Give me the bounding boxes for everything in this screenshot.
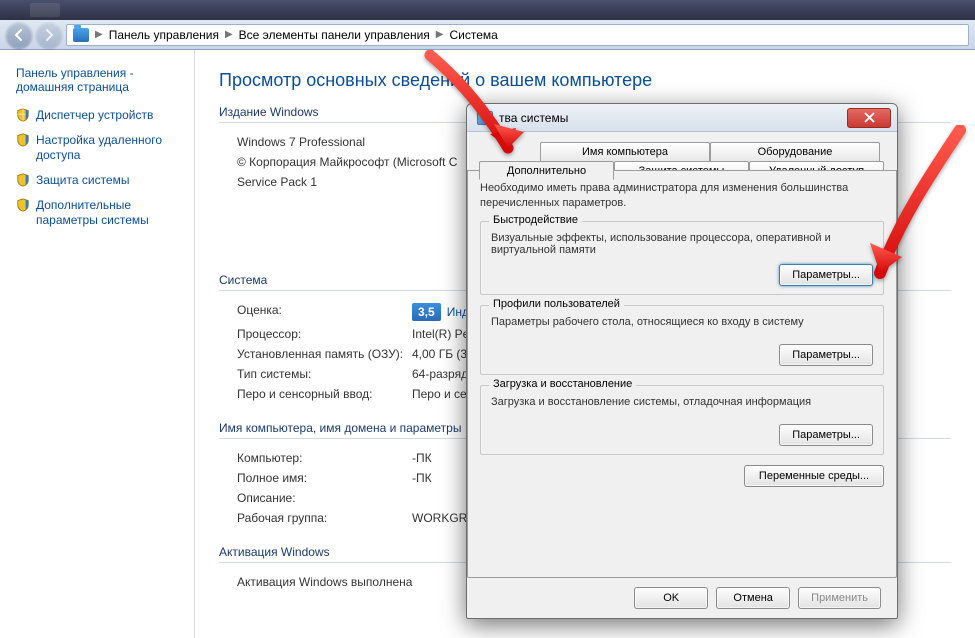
folder-icon xyxy=(73,28,89,42)
chevron-right-icon: ▶ xyxy=(225,29,233,40)
shield-icon xyxy=(16,198,30,212)
group-startup-desc: Загрузка и восстановление системы, отлад… xyxy=(491,396,873,408)
tab-advanced[interactable]: Дополнительно xyxy=(479,161,614,180)
profiles-settings-button[interactable]: Параметры... xyxy=(779,344,873,366)
shield-icon xyxy=(16,133,30,147)
dialog-footer: OK Отмена Применить xyxy=(467,578,897,618)
desc-label: Описание: xyxy=(237,491,412,505)
apply-button[interactable]: Применить xyxy=(798,587,881,609)
group-startup: Загрузка и восстановление Загрузка и вос… xyxy=(480,385,884,455)
page-title: Просмотр основных сведений о вашем компь… xyxy=(219,70,951,91)
sidebar-link-device-manager[interactable]: Диспетчер устройств xyxy=(16,108,182,123)
breadcrumb-item[interactable]: Все элементы панели управления xyxy=(239,28,430,42)
sidebar-link-remote[interactable]: Настройка удаленного доступа xyxy=(16,133,182,163)
chevron-right-icon: ▶ xyxy=(436,29,444,40)
address-bar[interactable]: ▶ Панель управления ▶ Все элементы панел… xyxy=(66,24,969,46)
workgroup-label: Рабочая группа: xyxy=(237,511,412,525)
startup-settings-button[interactable]: Параметры... xyxy=(779,424,873,446)
wei-score-badge[interactable]: 3,5 xyxy=(412,303,441,321)
shield-icon xyxy=(16,173,30,187)
pen-label: Перо и сенсорный ввод: xyxy=(237,387,412,401)
sidebar: Панель управления - домашняя страница Ди… xyxy=(0,50,195,638)
rating-label: Оценка: xyxy=(237,303,412,321)
group-profiles: Профили пользователей Параметры рабочего… xyxy=(480,305,884,375)
close-icon xyxy=(864,112,875,123)
fullname-value: -ПК xyxy=(412,471,432,485)
tab-panel-advanced: Необходимо иметь права администратора дл… xyxy=(467,170,897,578)
sidebar-link-label: Диспетчер устройств xyxy=(36,108,153,123)
group-performance-title: Быстродействие xyxy=(489,214,582,226)
sidebar-link-protection[interactable]: Защита системы xyxy=(16,173,182,188)
close-button[interactable] xyxy=(847,108,891,128)
sidebar-link-label: Дополнительные параметры системы xyxy=(36,198,182,228)
admin-note: Необходимо иметь права администратора дл… xyxy=(480,181,884,211)
dialog-title: тва системы xyxy=(499,111,568,125)
systype-label: Тип системы: xyxy=(237,367,412,381)
nav-forward-button[interactable] xyxy=(36,22,62,48)
tab-hardware[interactable]: Оборудование xyxy=(710,142,880,161)
env-variables-button[interactable]: Переменные среды... xyxy=(744,465,884,487)
chevron-right-icon: ▶ xyxy=(95,29,103,40)
nav-back-button[interactable] xyxy=(6,22,32,48)
breadcrumb-item[interactable]: Панель управления xyxy=(109,28,219,42)
computer-value: -ПК xyxy=(412,451,432,465)
system-properties-dialog[interactable]: тва системы Имя компьютера Оборудование … xyxy=(466,103,898,619)
group-profiles-desc: Параметры рабочего стола, относящиеся ко… xyxy=(491,316,873,328)
cpu-label: Процессор: xyxy=(237,327,412,341)
sidebar-link-advanced[interactable]: Дополнительные параметры системы xyxy=(16,198,182,228)
taskbar-slot xyxy=(30,3,60,17)
sidebar-link-label: Защита системы xyxy=(36,173,129,188)
ram-label: Установленная память (ОЗУ): xyxy=(237,347,412,361)
computer-icon xyxy=(477,111,493,125)
group-profiles-title: Профили пользователей xyxy=(489,298,624,310)
shield-icon xyxy=(16,108,30,122)
dialog-titlebar[interactable]: тва системы xyxy=(467,104,897,132)
group-performance: Быстродействие Визуальные эффекты, испол… xyxy=(480,221,884,295)
desktop-taskbar xyxy=(0,0,975,20)
breadcrumb-item[interactable]: Система xyxy=(449,28,497,42)
computer-label: Компьютер: xyxy=(237,451,412,465)
performance-settings-button[interactable]: Параметры... xyxy=(779,264,873,286)
sidebar-link-label: Настройка удаленного доступа xyxy=(36,133,182,163)
ok-button[interactable]: OK xyxy=(634,587,708,609)
sidebar-home-link[interactable]: Панель управления - домашняя страница xyxy=(16,66,182,94)
tab-computer-name[interactable]: Имя компьютера xyxy=(540,142,710,161)
cancel-button[interactable]: Отмена xyxy=(716,587,790,609)
group-startup-title: Загрузка и восстановление xyxy=(489,378,636,390)
fullname-label: Полное имя: xyxy=(237,471,412,485)
group-performance-desc: Визуальные эффекты, использование процес… xyxy=(491,232,873,256)
explorer-navbar: ▶ Панель управления ▶ Все элементы панел… xyxy=(0,20,975,50)
